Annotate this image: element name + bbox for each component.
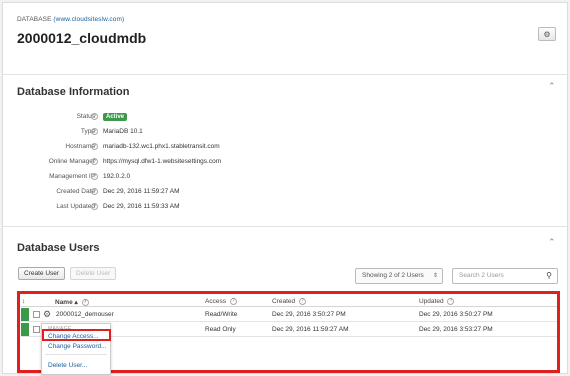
help-icon[interactable]: ?	[81, 298, 89, 306]
create-user-button[interactable]: Create User	[18, 267, 66, 280]
info-value: 192.0.2.0	[103, 173, 131, 180]
site-link[interactable]: (www.cloudsiteslw.com)	[53, 16, 124, 23]
access-cell: Read/Write	[205, 311, 238, 318]
change-password-menu-item[interactable]: Change Password...	[48, 343, 107, 350]
row-checkbox[interactable]	[33, 326, 40, 333]
help-icon[interactable]: ?	[91, 143, 98, 150]
info-row-created-date: Created Date ? Dec 29, 2016 11:59:27 AM	[3, 188, 567, 200]
info-value: mariadb-132.wc1.phx1.stabletransit.com	[103, 143, 220, 150]
info-value: MariaDB 10.1	[103, 128, 143, 135]
created-cell: Dec 29, 2016 3:50:27 PM	[272, 311, 346, 318]
column-header-updated[interactable]: Updated ?	[419, 298, 455, 305]
info-value: Dec 29, 2016 11:59:33 AM	[103, 203, 180, 210]
showing-count-select[interactable]: Showing 2 of 2 Users ⇕	[355, 268, 443, 284]
info-row-hostname: Hostname ? mariadb-132.wc1.phx1.stabletr…	[3, 143, 567, 155]
info-label: Online Manager	[48, 158, 95, 165]
table-header-divider	[21, 306, 557, 307]
info-row-type: Type ? MariaDB 10.1	[3, 128, 567, 140]
showing-count-label: Showing 2 of 2 Users	[362, 272, 424, 279]
select-arrows-icon: ⇕	[432, 273, 438, 279]
status-badge: Active	[103, 113, 128, 121]
column-header-access[interactable]: Access ?	[205, 298, 237, 305]
search-input[interactable]: Search 2 Users ⚲	[452, 268, 558, 284]
help-icon[interactable]: ?	[91, 173, 98, 180]
settings-button[interactable]: ⚙	[538, 27, 556, 41]
table-row[interactable]: ⚙ 2000012_demouser Read/Write Dec 29, 20…	[21, 308, 557, 322]
page: DATABASE (www.cloudsiteslw.com) 2000012_…	[2, 2, 568, 375]
breadcrumb-label: DATABASE	[17, 16, 52, 23]
column-header-created[interactable]: Created ?	[272, 298, 306, 305]
breadcrumb: DATABASE (www.cloudsiteslw.com)	[17, 16, 124, 23]
online-manager-link[interactable]: https://mysql.dfw1-1.websitesettings.com	[103, 158, 221, 165]
column-header-name[interactable]: Name ▴ ?	[55, 298, 89, 306]
search-icon: ⚲	[546, 271, 552, 280]
section-divider	[3, 226, 567, 227]
info-label: Created Date	[56, 188, 95, 195]
row-status-bar	[21, 323, 29, 336]
page-title: 2000012_cloudmdb	[17, 30, 147, 46]
help-icon[interactable]: ?	[447, 298, 455, 305]
access-cell: Read Only	[205, 326, 236, 333]
gear-icon: ⚙	[543, 29, 551, 39]
updated-cell: Dec 29, 2016 3:53:27 PM	[419, 326, 493, 333]
delete-user-button[interactable]: Delete User	[70, 267, 117, 280]
info-row-management-ip: Management IP ? 192.0.2.0	[3, 173, 567, 185]
help-icon[interactable]: ?	[298, 298, 306, 305]
info-section-title: Database Information	[17, 86, 130, 98]
sort-icon[interactable]: ↕	[22, 298, 25, 305]
help-icon[interactable]: ?	[91, 158, 98, 165]
page-header: DATABASE (www.cloudsiteslw.com) 2000012_…	[3, 3, 567, 75]
updated-cell: Dec 29, 2016 3:50:27 PM	[419, 311, 493, 318]
help-icon[interactable]: ?	[91, 188, 98, 195]
gear-icon[interactable]: ⚙	[43, 309, 51, 320]
menu-divider	[45, 354, 107, 355]
info-row-online-manager: Online Manager ? https://mysql.dfw1-1.we…	[3, 158, 567, 170]
help-icon[interactable]: ?	[229, 298, 237, 305]
chevron-up-icon[interactable]: ⌃	[548, 81, 556, 92]
users-section-title: Database Users	[17, 242, 100, 254]
help-icon[interactable]: ?	[91, 203, 98, 210]
help-icon[interactable]: ?	[91, 128, 98, 135]
delete-user-menu-item[interactable]: Delete User...	[48, 362, 87, 369]
chevron-up-icon[interactable]: ⌃	[548, 237, 556, 248]
change-access-highlight	[42, 329, 111, 341]
help-icon[interactable]: ?	[91, 113, 98, 120]
info-value: Dec 29, 2016 11:59:27 AM	[103, 188, 180, 195]
info-row-status: Status ? Active	[3, 113, 567, 125]
info-row-last-updated: Last Updated ? Dec 29, 2016 11:59:33 AM	[3, 203, 567, 215]
created-cell: Dec 29, 2016 11:59:27 AM	[272, 326, 349, 333]
user-name-link[interactable]: 2000012_demouser	[56, 311, 114, 318]
info-label: Management IP	[49, 173, 95, 180]
row-checkbox[interactable]	[33, 311, 40, 318]
info-label: Last Updated	[56, 203, 95, 210]
row-status-bar	[21, 308, 29, 321]
search-placeholder: Search 2 Users	[459, 272, 504, 279]
